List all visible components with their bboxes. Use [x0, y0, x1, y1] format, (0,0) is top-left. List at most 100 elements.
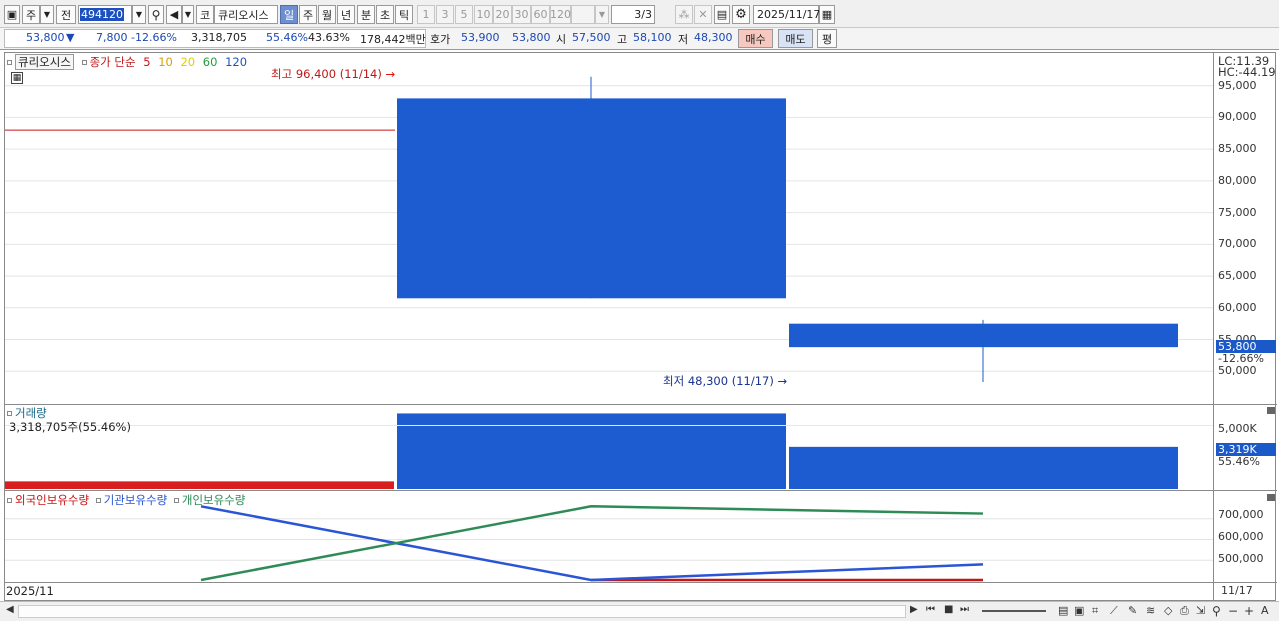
code-dropdown-icon[interactable]: ▼ [132, 5, 146, 24]
low-price: 48,300 [694, 31, 733, 44]
ma-60[interactable]: 60 [203, 55, 218, 69]
fibonacci-icon[interactable]: ≋ [1146, 604, 1155, 617]
link-icon[interactable]: ⁂ [675, 5, 693, 24]
legend-individual[interactable]: 개인보유수량 [182, 493, 245, 507]
last-page-icon[interactable]: ⏭ [960, 604, 969, 615]
ma-5[interactable]: 5 [143, 55, 150, 69]
volume-ytick: 5,000K [1218, 422, 1257, 435]
date-input[interactable]: 2025/11/17 [753, 5, 820, 24]
minute-label: 30 [514, 8, 529, 21]
holding-ytick-600k: 600,000 [1218, 530, 1264, 543]
low-annotation: 최저 48,300 (11/17) → [663, 374, 788, 388]
draw-icon[interactable]: ✎ [1128, 604, 1137, 617]
custom-interval-dropdown-icon[interactable]: ▼ [595, 5, 609, 24]
first-page-icon[interactable]: ⏮ [926, 604, 935, 615]
price-ytick: 75,000 [1218, 205, 1257, 219]
custom-interval-input[interactable] [571, 5, 595, 24]
search-icon[interactable]: ⚲ [148, 5, 164, 24]
table-icon[interactable]: ▦ [11, 72, 23, 84]
chart-area[interactable]: 큐리오시스 종가 단순 5 10 20 60 120 ▦ 최고 96,400 (… [4, 52, 1277, 602]
low-note-text: 최저 48,300 (11/17) [663, 374, 774, 388]
period-type-select[interactable]: 주 [22, 5, 40, 24]
prev-button[interactable]: 전 [56, 5, 76, 24]
minute-btn-20[interactable]: 20 [493, 5, 512, 24]
interval-label: 일 [283, 8, 295, 22]
minute-label: 10 [476, 8, 491, 21]
sell-button[interactable]: 매도 [778, 29, 813, 48]
ma-label[interactable]: 종가 단순 [90, 55, 136, 69]
high-note-text: 최고 96,400 (11/14) [271, 67, 382, 81]
interval-month[interactable]: 월 [318, 5, 336, 24]
minute-label: 120 [550, 8, 571, 21]
legend-marker [95, 498, 101, 503]
zoom-search-icon[interactable]: ⚲ [1212, 604, 1221, 618]
buy-button[interactable]: 매수 [738, 29, 773, 48]
bid-price: 53,800 [512, 31, 551, 44]
ask-label: 호가 [430, 33, 451, 46]
minute-btn-120[interactable]: 120 [550, 5, 571, 24]
speaker-icon[interactable]: ◀ [166, 5, 182, 24]
print-icon[interactable]: ⎙ [1180, 604, 1189, 618]
interval-year[interactable]: 년 [337, 5, 355, 24]
font-size-icon[interactable]: A [1261, 604, 1269, 617]
trendline-icon[interactable]: ⟋ [1110, 604, 1118, 618]
interval-label: 년 [340, 8, 352, 22]
zoom-out-icon[interactable]: − [1228, 604, 1238, 618]
volume-ratio: 55.46% [266, 31, 308, 44]
bottom-toolbar: ◀ ▶ ⏮ ■ ⏭ ▤ ▣ ⌗ ⟋ ✎ ≋ ◇ ⎙ ⇲ ⚲ − + A [0, 601, 1279, 621]
minute-btn-1[interactable]: 1 [417, 5, 435, 24]
eval-button[interactable]: 평 [817, 29, 837, 48]
crosshair-icon[interactable]: ⌗ [1092, 604, 1098, 618]
ma-10[interactable]: 10 [158, 55, 173, 69]
panel-close-icon[interactable] [1267, 407, 1275, 414]
interval-label: 월 [321, 8, 333, 22]
zoom-in-icon[interactable]: + [1244, 604, 1254, 618]
interval-second[interactable]: 초 [376, 5, 394, 24]
open-price: 57,500 [572, 31, 611, 44]
period-type-label: 주 [25, 8, 37, 22]
minute-btn-60[interactable]: 60 [531, 5, 550, 24]
high-price: 58,100 [633, 31, 672, 44]
minute-btn-30[interactable]: 30 [512, 5, 531, 24]
interval-minute[interactable]: 분 [357, 5, 375, 24]
hc-label: HC:-44.19 [1218, 65, 1276, 79]
price-ytick: 60,000 [1218, 300, 1257, 314]
speaker-dropdown-icon[interactable]: ▼ [182, 5, 194, 24]
panel-close-icon[interactable] [1267, 494, 1275, 501]
scroll-right-icon[interactable]: ▶ [910, 604, 918, 615]
export-icon[interactable]: ⇲ [1196, 604, 1205, 617]
stock-name-field[interactable]: 큐리오시스 [214, 5, 278, 24]
ma-20[interactable]: 20 [180, 55, 195, 69]
market-button[interactable]: 코 [196, 5, 214, 24]
layout-icon[interactable]: ▤ [1058, 604, 1068, 617]
interval-tick[interactable]: 틱 [395, 5, 413, 24]
legend-marker [7, 498, 12, 503]
save-icon[interactable]: ▤ [714, 5, 730, 24]
period-type-dropdown-icon[interactable]: ▼ [40, 5, 54, 24]
window-icon[interactable]: ▣ [1074, 604, 1084, 617]
minute-label: 60 [533, 8, 548, 21]
zoom-slider[interactable] [982, 610, 1046, 612]
minute-btn-10[interactable]: 10 [474, 5, 493, 24]
window-menu-icon[interactable]: ▣ [4, 5, 20, 24]
legend-institution[interactable]: 기관보유수량 [104, 493, 167, 507]
stop-icon[interactable]: ■ [944, 604, 953, 615]
tools-icon[interactable]: ✕ [694, 5, 712, 24]
buy-label: 매수 [745, 32, 766, 46]
minute-btn-5[interactable]: 5 [455, 5, 473, 24]
stock-code-input[interactable]: 494120 [78, 5, 132, 24]
scroll-left-icon[interactable]: ◀ [6, 604, 14, 615]
shape-icon[interactable]: ◇ [1164, 604, 1172, 617]
interval-week[interactable]: 주 [299, 5, 317, 24]
gear-icon[interactable]: ⚙ [732, 5, 750, 24]
legend-foreign[interactable]: 외국인보유수량 [15, 493, 89, 507]
horizontal-scrollbar[interactable] [18, 605, 906, 618]
ma-120[interactable]: 120 [225, 55, 247, 69]
minute-btn-3[interactable]: 3 [436, 5, 454, 24]
price-ytick: 65,000 [1218, 269, 1257, 283]
volume-title[interactable]: 거래량 [15, 406, 47, 420]
calendar-icon[interactable]: ▦ [819, 5, 835, 24]
stock-name-box[interactable]: 큐리오시스 [15, 54, 74, 70]
legend-marker [173, 498, 179, 503]
interval-day[interactable]: 일 [280, 5, 298, 24]
